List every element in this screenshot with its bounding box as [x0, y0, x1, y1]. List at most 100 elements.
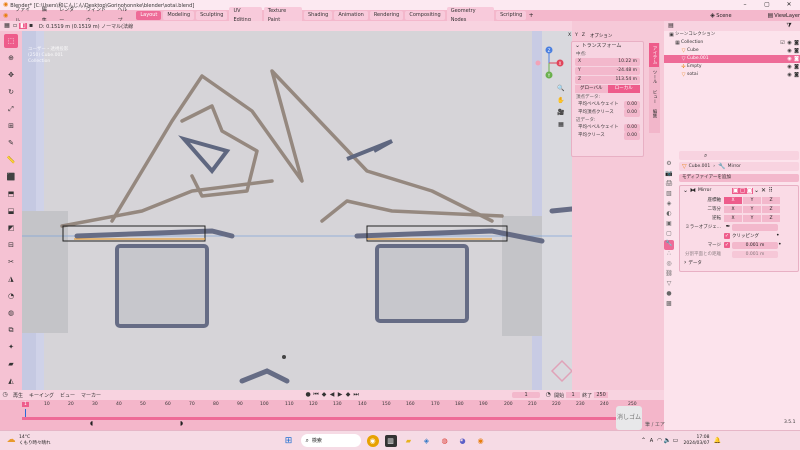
drag-handle-icon[interactable]: ⠿ [767, 187, 774, 194]
tool-settings-tab-icon[interactable]: ⚙ [664, 160, 674, 170]
local-button[interactable]: ローカル [607, 85, 640, 93]
vertex-crease-field[interactable]: 平均頂点クリース 0.00 [572, 109, 643, 117]
visibility-eye-icon[interactable]: ◉ [786, 39, 793, 47]
render-camera-icon[interactable]: ◙ [793, 39, 800, 47]
data-tab-icon[interactable]: ▽ [664, 280, 674, 290]
move-tool-icon[interactable]: ✥ [4, 68, 18, 82]
material-tab-icon[interactable]: ● [664, 290, 674, 300]
poly-build-tool-icon[interactable]: ◮ [4, 272, 18, 286]
keyframe-dot-icon[interactable]: • [778, 242, 782, 248]
eyedropper-icon[interactable]: ✒ [724, 224, 732, 230]
add-modifier-dropdown[interactable]: モディファイアーを追加 [679, 174, 799, 182]
weather-widget[interactable]: 14°C くもり時々晴れ [19, 435, 51, 447]
minimize-button[interactable]: – [734, 0, 756, 10]
add-cube-tool-icon[interactable]: ⬛ [4, 170, 18, 184]
object-tab-icon[interactable]: ▢ [664, 230, 674, 240]
global-button[interactable]: グローバル [575, 85, 608, 93]
constraints-tab-icon[interactable]: ⛓ [664, 270, 674, 280]
bisect-z-button[interactable]: Z [762, 205, 780, 213]
render-camera-icon[interactable]: ◙ [793, 55, 800, 63]
blender-menu-icon[interactable]: ◉ [0, 12, 11, 19]
jump-end-icon[interactable]: ⏭ [352, 392, 360, 398]
mirror-object-field[interactable] [732, 223, 778, 231]
tray-chevron-icon[interactable]: ⌃ [640, 437, 648, 444]
navigation-gizmo[interactable]: Z X Y [534, 45, 564, 81]
render-toggle-icon[interactable]: ◙ [746, 187, 754, 194]
scroll-handle-left-icon[interactable]: ◖ [90, 421, 93, 427]
tab-edit[interactable]: 編集 [649, 106, 659, 121]
output-tab-icon[interactable]: 🖨 [664, 180, 674, 190]
keyframe-dot-icon[interactable]: • [776, 233, 780, 239]
photos-icon[interactable]: ◈ [421, 435, 433, 447]
taskbar-search[interactable]: ⌕ 検索 [300, 434, 361, 447]
vertex-bevel-weight-field[interactable]: 平均ベベルウェイト 0.00 [572, 101, 643, 109]
blender-taskbar-icon[interactable]: ◉ [475, 435, 487, 447]
marker-menu[interactable]: マーカー [78, 392, 104, 399]
flip-x-button[interactable]: X [724, 214, 742, 222]
edge-slide-tool-icon[interactable]: ⧉ [4, 323, 18, 337]
camera-view-icon[interactable]: 🎥 [556, 107, 566, 119]
shrink-tool-icon[interactable]: ✦ [4, 340, 18, 354]
play-reverse-icon[interactable]: ◀ [328, 392, 336, 398]
outliner-item-collection[interactable]: ▦ Collection ☑ ◉ ◙ [664, 39, 800, 47]
loop-cut-tool-icon[interactable]: ⊟ [4, 238, 18, 252]
wifi-icon[interactable]: ◠ [656, 437, 664, 444]
battery-icon[interactable]: ▭ [672, 437, 680, 444]
3d-viewport[interactable]: ユーザー・透視投影 (250) Cube.001 Collection Z X … [22, 31, 572, 390]
physics-tab-icon[interactable]: ◎ [664, 260, 674, 270]
close-button[interactable]: ✕ [778, 0, 800, 10]
edge-crease-field[interactable]: 平均クリース 0.00 [572, 132, 643, 140]
modifier-menu-icon[interactable]: ⌄ [753, 187, 760, 194]
keying-menu[interactable]: キーイング [26, 392, 57, 399]
median-x-field[interactable]: X 10.22 m [575, 58, 640, 66]
mirror-axis-x[interactable]: X [566, 33, 573, 38]
prev-keyframe-icon[interactable]: ◆ [320, 392, 328, 398]
render-camera-icon[interactable]: ◙ [793, 47, 800, 55]
current-frame-field[interactable]: 1 [512, 392, 541, 398]
transform-tool-icon[interactable]: ⊞ [4, 119, 18, 133]
clock[interactable]: 17:08 2024/03/07 [684, 435, 710, 447]
render-camera-icon[interactable]: ◙ [793, 63, 800, 71]
visibility-eye-icon[interactable]: ◉ [786, 63, 793, 71]
outliner-scene-collection[interactable]: ▣ シーンコレクション [664, 31, 800, 39]
file-explorer-icon[interactable]: ▰ [403, 435, 415, 447]
tab-sculpting[interactable]: Sculpting [196, 11, 228, 20]
mirror-axis-y[interactable]: Y [573, 33, 580, 38]
bevel-tool-icon[interactable]: ◩ [4, 221, 18, 235]
data-subpanel[interactable]: › データ [680, 259, 798, 267]
scene-label[interactable]: Scene [716, 13, 766, 19]
end-field[interactable]: 250 [594, 392, 609, 398]
notification-bell-icon[interactable]: 🔔 [713, 437, 721, 444]
axis-z-button[interactable]: Z [762, 196, 780, 204]
view-layer-tab-icon[interactable]: ▧ [664, 190, 674, 200]
weather-cloud-icon[interactable]: ☁ [6, 436, 16, 445]
editmode-toggle-icon[interactable]: ▣ [732, 187, 740, 194]
filter-icon[interactable]: ⧩ [785, 23, 793, 29]
start-field[interactable]: 1 [566, 392, 581, 398]
volume-icon[interactable]: 🔈 [664, 437, 672, 444]
task-view-icon[interactable]: ▥ [384, 434, 397, 447]
modifier-close-icon[interactable]: ✕ [760, 187, 767, 194]
axis-x-button[interactable]: X [724, 196, 742, 204]
transform-panel-header[interactable]: ⌄ トランスフォーム [572, 42, 643, 51]
tab-animation[interactable]: Animation [334, 11, 368, 20]
outliner-item-empty[interactable]: ✣ Empty ◉ ◙ [664, 63, 800, 71]
timeline-editor-icon[interactable]: ◷ [0, 392, 10, 398]
maximize-button[interactable]: ▢ [756, 0, 778, 10]
outliner-item-sotai[interactable]: ▽ sotai ◉ ◙ [664, 71, 800, 79]
bisect-distance-field[interactable]: 0.001 m [732, 250, 778, 258]
playback-menu[interactable]: 再生 [10, 392, 26, 399]
collapse-chevron-icon[interactable]: ⌄ [683, 187, 688, 194]
tab-tool[interactable]: ツール [649, 67, 659, 87]
viewport-toggle-icon[interactable]: ▢ [739, 187, 747, 194]
tab-layout[interactable]: Layout [136, 11, 162, 20]
select-mode-edge-icon[interactable]: ◧ [19, 23, 27, 29]
zoom-icon[interactable]: 🔍 [556, 83, 566, 95]
play-icon[interactable]: ▶ [336, 392, 344, 398]
tab-item[interactable]: アイテム [649, 43, 659, 67]
select-mode-face-icon[interactable]: ▪ [27, 23, 35, 29]
merge-distance-field[interactable]: 0.001 m [732, 241, 778, 249]
knife-tool-icon[interactable]: ✂ [4, 255, 18, 269]
merge-checkbox[interactable]: ✓ [724, 242, 730, 248]
measure-tool-icon[interactable]: 📏 [4, 153, 18, 167]
